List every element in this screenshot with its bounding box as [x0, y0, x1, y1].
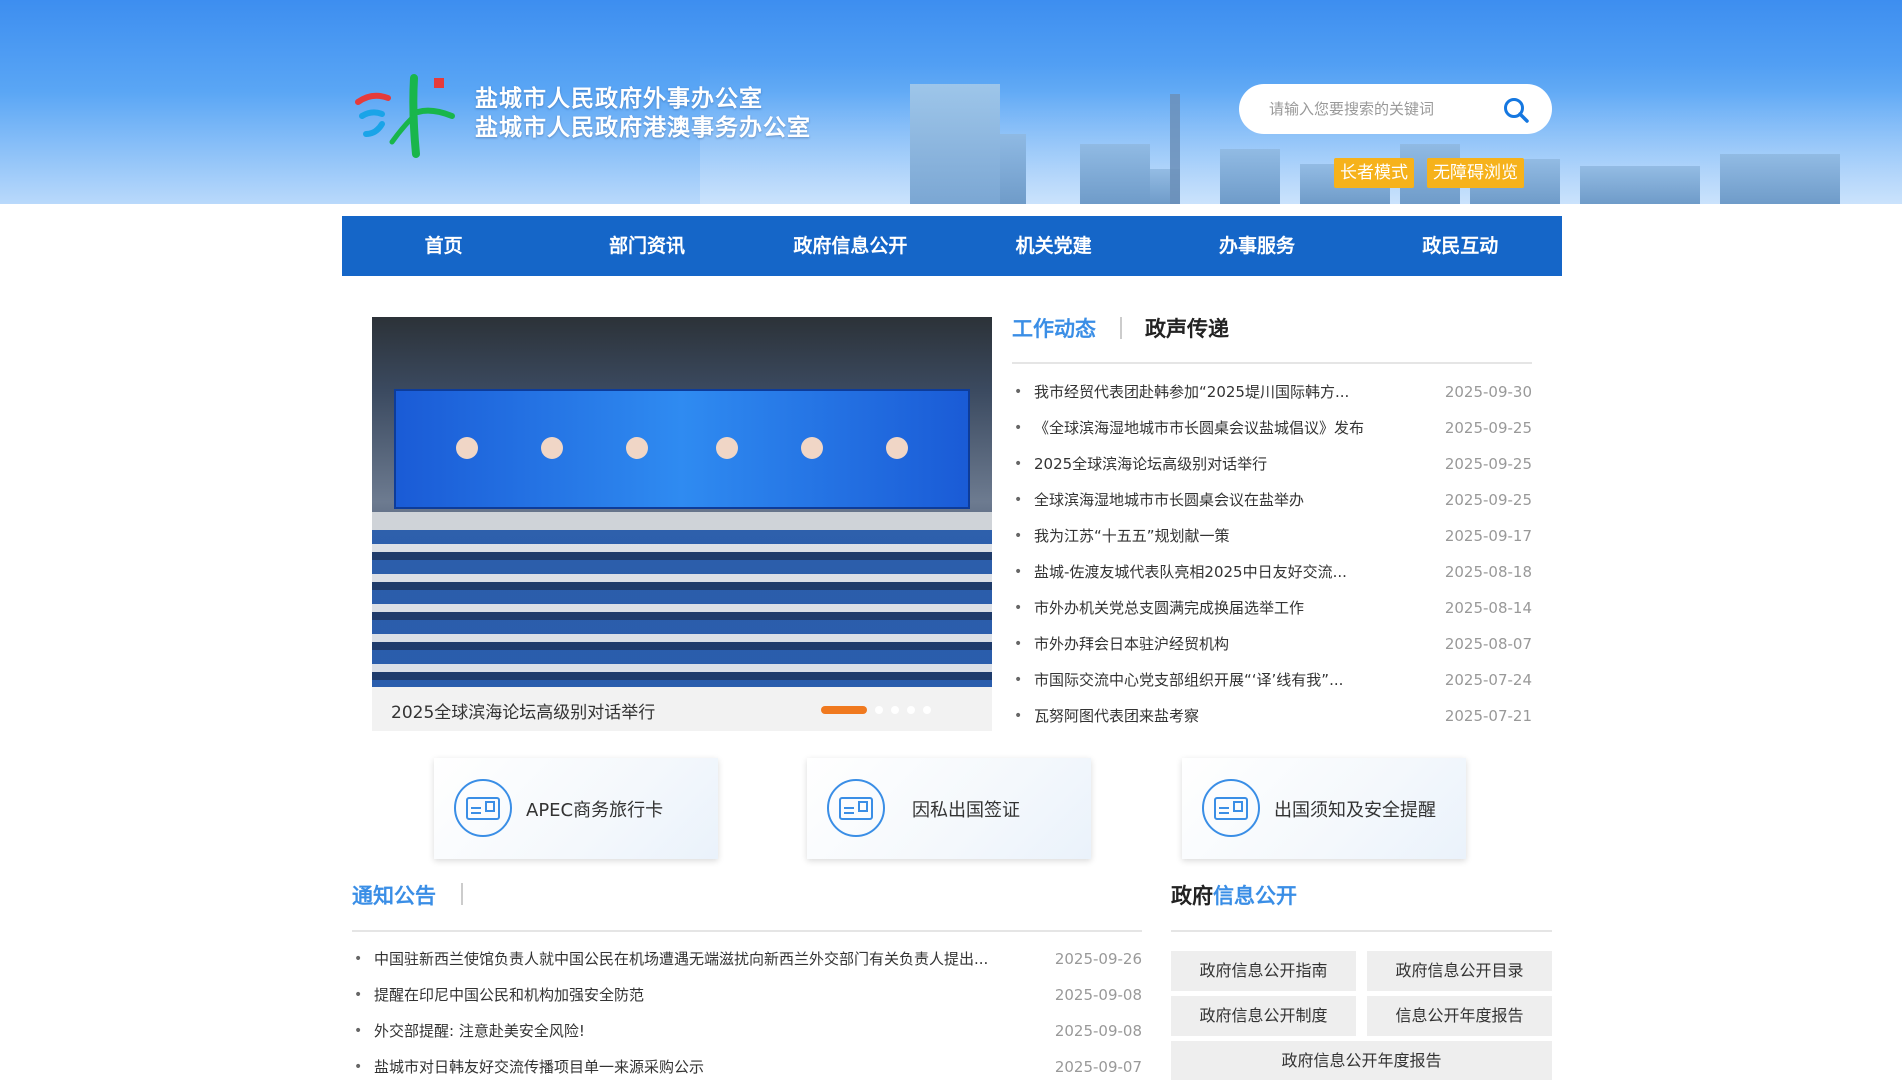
news-date: 2025-09-25 [1444, 491, 1532, 509]
logo-icon [355, 74, 455, 158]
site-name-line2: 盐城市人民政府港澳事务办公室 [475, 114, 811, 141]
news-date: 2025-09-25 [1444, 419, 1532, 437]
list-item: • 市国际交流中心党支部组织开展“‘译’线有我”... 2025-07-24 [1012, 664, 1532, 700]
news-title[interactable]: 市外办机关党总支圆满完成换届选举工作 [1034, 592, 1304, 624]
notice-item-title[interactable]: 提醒在印尼中国公民和机构加强安全防范 [374, 980, 644, 1010]
accessibility-button[interactable]: 无障碍浏览 [1427, 158, 1524, 188]
notice-item-date: 2025-09-26 [1054, 950, 1142, 968]
nav-services[interactable]: 办事服务 [1155, 216, 1358, 276]
news-date: 2025-09-17 [1444, 527, 1532, 545]
gov-info-title: 政府信息公开 [1171, 880, 1297, 910]
nav-interaction[interactable]: 政民互动 [1359, 216, 1562, 276]
travel-safety-label: 出国须知及安全提醒 [1274, 800, 1436, 821]
carousel-dots [821, 706, 931, 714]
news-title[interactable]: 《全球滨海湿地城市市长圆桌会议盐城倡议》发布 [1034, 412, 1364, 444]
nav-party-building[interactable]: 机关党建 [952, 216, 1155, 276]
search-box [1239, 84, 1552, 134]
search-input[interactable] [1267, 97, 1487, 121]
search-icon[interactable] [1502, 96, 1530, 124]
header-banner: 盐城市人民政府外事办公室 盐城市人民政府港澳事务办公室 长者模式 无障碍浏览 [0, 0, 1902, 204]
annual-report-button[interactable]: 信息公开年度报告 [1367, 996, 1552, 1036]
tab-work-news[interactable]: 工作动态 [1012, 313, 1096, 343]
apec-card-link[interactable]: APEC商务旅行卡 [434, 758, 718, 859]
list-item: • 我市经贸代表团赴韩参加“2025堤川国际韩方... 2025-09-30 [1012, 376, 1532, 412]
gov-info-system-button[interactable]: 政府信息公开制度 [1171, 996, 1356, 1036]
notice-item-title[interactable]: 外交部提醒: 注意赴美安全风险! [374, 1016, 585, 1046]
news-title[interactable]: 2025全球滨海论坛高级别对话举行 [1034, 448, 1267, 480]
news-date: 2025-08-14 [1444, 599, 1532, 617]
list-item: • 盐城市对日韩友好交流传播项目单一来源采购公示 2025-09-07 [352, 1052, 1142, 1088]
gov-info-guide-button[interactable]: 政府信息公开指南 [1171, 951, 1356, 991]
gov-info-rule [1171, 930, 1552, 932]
carousel-dot[interactable] [923, 706, 931, 714]
tab-divider [1120, 317, 1122, 339]
list-item: • 盐城-佐渡友城代表队亮相2025中日友好交流... 2025-08-18 [1012, 556, 1532, 592]
news-title[interactable]: 我市经贸代表团赴韩参加“2025堤川国际韩方... [1034, 376, 1349, 408]
nav-home[interactable]: 首页 [342, 216, 545, 276]
carousel-dot[interactable] [821, 706, 867, 714]
gov-info-title-part2: 信息公开 [1213, 884, 1297, 908]
tab-policy-news[interactable]: 政声传递 [1145, 313, 1229, 343]
news-title[interactable]: 我为江苏“十五五”规划献一策 [1034, 520, 1230, 552]
notice-title[interactable]: 通知公告 [352, 880, 436, 910]
carousel-caption-bar: 2025全球滨海论坛高级别对话举行 [372, 687, 992, 731]
list-item: • 瓦努阿图代表团来盐考察 2025-07-21 [1012, 700, 1532, 736]
list-item: • 中国驻新西兰使馆负责人就中国公民在机场遭遇无端滋扰向新西兰外交部门有关负责人提… [352, 944, 1142, 980]
card-icon [827, 779, 885, 837]
list-item: • 我为江苏“十五五”规划献一策 2025-09-17 [1012, 520, 1532, 556]
list-item: • 全球滨海湿地城市市长圆桌会议在盐举办 2025-09-25 [1012, 484, 1532, 520]
news-date: 2025-07-24 [1444, 671, 1532, 689]
site-name: 盐城市人民政府外事办公室 盐城市人民政府港澳事务办公室 [475, 84, 811, 142]
list-item: • 外交部提醒: 注意赴美安全风险! 2025-09-08 [352, 1016, 1142, 1052]
list-item: • 《全球滨海湿地城市市长圆桌会议盐城倡议》发布 2025-09-25 [1012, 412, 1532, 448]
carousel-caption[interactable]: 2025全球滨海论坛高级别对话举行 [391, 698, 655, 723]
news-title[interactable]: 市外办拜会日本驻沪经贸机构 [1034, 628, 1229, 660]
gov-info-title-part1: 政府 [1171, 884, 1213, 908]
news-carousel[interactable]: 2025全球滨海论坛高级别对话举行 [372, 317, 992, 731]
carousel-photo[interactable] [372, 317, 992, 687]
elder-mode-button[interactable]: 长者模式 [1334, 158, 1414, 188]
news-date: 2025-07-21 [1444, 707, 1532, 725]
notice-divider [461, 883, 463, 905]
private-visa-label: 因私出国签证 [912, 800, 1020, 821]
notice-item-title[interactable]: 中国驻新西兰使馆负责人就中国公民在机场遭遇无端滋扰向新西兰外交部门有关负责人提出… [374, 944, 988, 974]
news-title[interactable]: 全球滨海湿地城市市长圆桌会议在盐举办 [1034, 484, 1304, 516]
list-item: • 2025全球滨海论坛高级别对话举行 2025-09-25 [1012, 448, 1532, 484]
news-title[interactable]: 盐城-佐渡友城代表队亮相2025中日友好交流... [1034, 556, 1347, 588]
private-visa-link[interactable]: 因私出国签证 [807, 758, 1091, 859]
conference-screen [394, 389, 970, 509]
nav-department-news[interactable]: 部门资讯 [545, 216, 748, 276]
list-item: • 市外办机关党总支圆满完成换届选举工作 2025-08-14 [1012, 592, 1532, 628]
notice-item-title[interactable]: 盐城市对日韩友好交流传播项目单一来源采购公示 [374, 1052, 704, 1082]
news-date: 2025-08-18 [1444, 563, 1532, 581]
news-title[interactable]: 市国际交流中心党支部组织开展“‘译’线有我”... [1034, 664, 1343, 696]
carousel-dot[interactable] [907, 706, 915, 714]
travel-safety-link[interactable]: 出国须知及安全提醒 [1182, 758, 1466, 859]
carousel-dot[interactable] [891, 706, 899, 714]
notice-list: • 中国驻新西兰使馆负责人就中国公民在机场遭遇无端滋扰向新西兰外交部门有关负责人提… [352, 944, 1142, 1088]
notice-rule [352, 930, 1142, 932]
nav-gov-info[interactable]: 政府信息公开 [749, 216, 952, 276]
notice-item-date: 2025-09-08 [1054, 986, 1142, 1004]
notice-item-date: 2025-09-08 [1054, 1022, 1142, 1040]
news-list: • 我市经贸代表团赴韩参加“2025堤川国际韩方... 2025-09-30 • 《全… [1012, 376, 1532, 736]
news-date: 2025-09-25 [1444, 455, 1532, 473]
news-date: 2025-09-30 [1444, 383, 1532, 401]
carousel-dot[interactable] [875, 706, 883, 714]
news-title[interactable]: 瓦努阿图代表团来盐考察 [1034, 700, 1199, 732]
list-item: • 提醒在印尼中国公民和机构加强安全防范 2025-09-08 [352, 980, 1142, 1016]
notice-item-date: 2025-09-07 [1054, 1058, 1142, 1076]
news-tabs: 工作动态 政声传递 [1012, 313, 1532, 364]
apec-card-label: APEC商务旅行卡 [526, 800, 664, 821]
card-icon [454, 779, 512, 837]
tabs-divider [1012, 362, 1532, 364]
gov-info-catalog-button[interactable]: 政府信息公开目录 [1367, 951, 1552, 991]
news-date: 2025-08-07 [1444, 635, 1532, 653]
site-name-line1: 盐城市人民政府外事办公室 [475, 85, 763, 112]
gov-annual-report-button[interactable]: 政府信息公开年度报告 [1171, 1041, 1552, 1080]
main-nav: 首页 部门资讯 政府信息公开 机关党建 办事服务 政民互动 [342, 216, 1562, 276]
card-icon [1202, 779, 1260, 837]
list-item: • 市外办拜会日本驻沪经贸机构 2025-08-07 [1012, 628, 1532, 664]
